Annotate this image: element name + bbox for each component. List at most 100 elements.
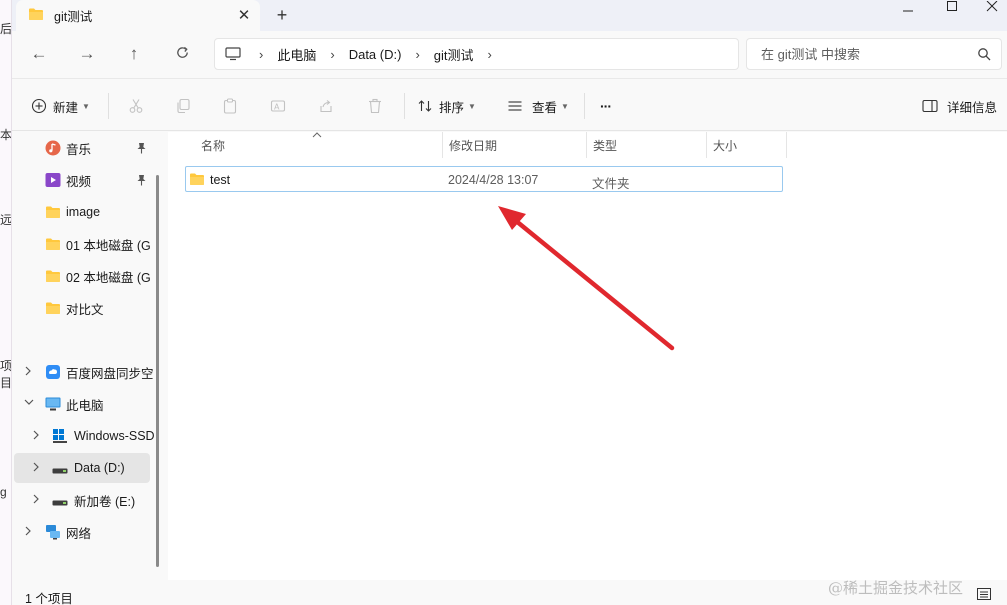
tab-title: git测试 [54,10,93,24]
sidebar-item-label: 此电脑 [66,398,104,413]
windows-drive-icon [52,427,68,446]
delete-button[interactable] [367,93,383,119]
sidebar-item-label: 02 本地磁盘 (G [66,270,151,285]
view-button[interactable]: 查看 ▼ [507,93,569,119]
breadcrumb-separator[interactable]: › [415,47,419,62]
close-tab-icon[interactable]: ✕ [234,5,254,25]
details-pane-icon [922,99,938,113]
file-type: 文件夹 [592,177,630,191]
sidebar-item-videos[interactable]: 视频 [12,165,162,195]
chevron-right-icon[interactable] [24,366,32,379]
folder-icon [45,237,61,254]
sidebar-item-compare[interactable]: 对比文 [12,293,162,323]
title-bar: git测试 ✕ + [12,0,1007,31]
cut-button[interactable] [128,93,144,119]
chevron-right-icon[interactable] [32,462,40,475]
list-view-icon [507,98,523,114]
trash-icon [367,98,383,114]
address-bar[interactable]: › 此电脑 › Data (D:) › git测试 › [214,38,739,70]
breadcrumb-this-pc[interactable]: 此电脑 [277,45,316,64]
sidebar-item-new-volume[interactable]: 新加卷 (E:) [12,485,162,515]
baidu-cloud-icon [45,364,61,383]
refresh-button[interactable] [167,40,197,68]
bg-fragment: 远 [0,213,12,227]
table-row[interactable]: test 2024/4/28 13:07 文件夹 [185,166,783,192]
computer-icon [225,47,241,61]
file-modified: 2024/4/28 13:07 [448,173,539,187]
back-button[interactable]: ← [24,40,54,68]
close-window-button[interactable] [972,0,1007,14]
sidebar-item-label: Windows-SSD [74,429,155,443]
new-tab-button[interactable]: + [270,4,294,26]
chevron-down-icon[interactable] [24,398,34,409]
sidebar-item-label: 音乐 [66,142,92,157]
sidebar-item-this-pc[interactable]: 此电脑 [12,389,162,419]
toolbar-divider [584,93,585,119]
share-button[interactable] [318,93,334,119]
column-divider[interactable] [586,132,587,158]
sidebar-item-image[interactable]: image [12,197,162,227]
folder-icon [45,269,61,286]
details-pane-button[interactable]: 详细信息 [922,93,997,119]
search-input[interactable] [761,46,971,62]
sidebar-scrollbar[interactable] [156,175,159,567]
svg-text:A: A [274,103,280,112]
rename-button[interactable]: A [270,93,286,119]
arrow-right-icon: → [78,44,96,63]
pin-icon[interactable] [136,174,147,189]
arrow-up-icon: ↑ [129,44,139,63]
sort-label: 排序 [439,100,465,115]
arrow-left-icon: ← [30,44,48,63]
column-header-size[interactable]: 大小 [713,132,737,158]
details-view-icon[interactable] [974,584,994,604]
column-header-type[interactable]: 类型 [593,132,617,158]
sort-button[interactable]: 排序 ▼ [417,93,476,119]
sidebar-item-label: 百度网盘同步空 [66,366,154,381]
sidebar-item-label: 视频 [66,174,92,189]
sidebar-item-network[interactable]: 网络 [12,517,162,547]
minimize-button[interactable] [888,0,928,14]
copy-button[interactable] [175,93,191,119]
breadcrumb-separator[interactable]: › [330,47,334,62]
search-box[interactable] [746,38,1002,70]
breadcrumb-data-drive[interactable]: Data (D:) [349,47,402,62]
sidebar-item-baidu-sync[interactable]: 百度网盘同步空 [12,357,162,387]
breadcrumb-separator[interactable]: › [488,47,492,62]
forward-button[interactable]: → [72,40,102,68]
sidebar-item-local-disk-02[interactable]: 02 本地磁盘 (G [12,261,162,291]
breadcrumb-git-test[interactable]: git测试 [434,45,474,64]
sort-ascending-icon [312,130,322,140]
new-button[interactable]: 新建 ▼ [31,93,90,119]
maximize-button[interactable] [932,0,972,14]
sidebar-item-label: 对比文 [66,302,104,317]
scissors-icon [128,98,144,114]
column-divider[interactable] [442,132,443,158]
column-divider[interactable] [706,132,707,158]
chevron-right-icon[interactable] [32,494,40,507]
folder-icon [45,205,61,222]
address-row: ← → ↑ › 此电脑 › Data (D:) › git测试 › [12,31,1007,77]
pin-icon[interactable] [136,142,147,157]
more-options-button[interactable]: ··· [600,93,612,119]
paste-button[interactable] [222,93,238,119]
column-header-modified[interactable]: 修改日期 [449,132,497,158]
sidebar-item-local-disk-01[interactable]: 01 本地磁盘 (G [12,229,162,259]
column-divider[interactable] [786,132,787,158]
search-icon[interactable] [977,47,991,64]
sidebar-item-label: image [66,205,101,219]
sidebar-item-label: Data (D:) [74,461,125,475]
sidebar-item-music[interactable]: 音乐 [12,133,162,163]
sidebar-item-windows-ssd[interactable]: Windows-SSD [12,421,162,451]
breadcrumb-separator[interactable]: › [259,47,263,62]
navigation-pane: 音乐 视频 image 01 本地磁盘 (G 02 本地磁盘 (G 对比文 百度… [12,132,162,580]
new-label: 新建 [53,100,79,115]
annotation-arrow [498,206,675,351]
chevron-right-icon[interactable] [24,526,32,539]
up-button[interactable]: ↑ [119,40,149,68]
details-label: 详细信息 [947,100,998,115]
column-header-name[interactable]: 名称 [201,132,225,158]
tab-git-test[interactable]: git测试 ✕ [16,0,260,31]
sidebar-item-data-drive[interactable]: Data (D:) [14,453,150,483]
chevron-right-icon[interactable] [32,430,40,443]
folder-icon [28,7,44,24]
